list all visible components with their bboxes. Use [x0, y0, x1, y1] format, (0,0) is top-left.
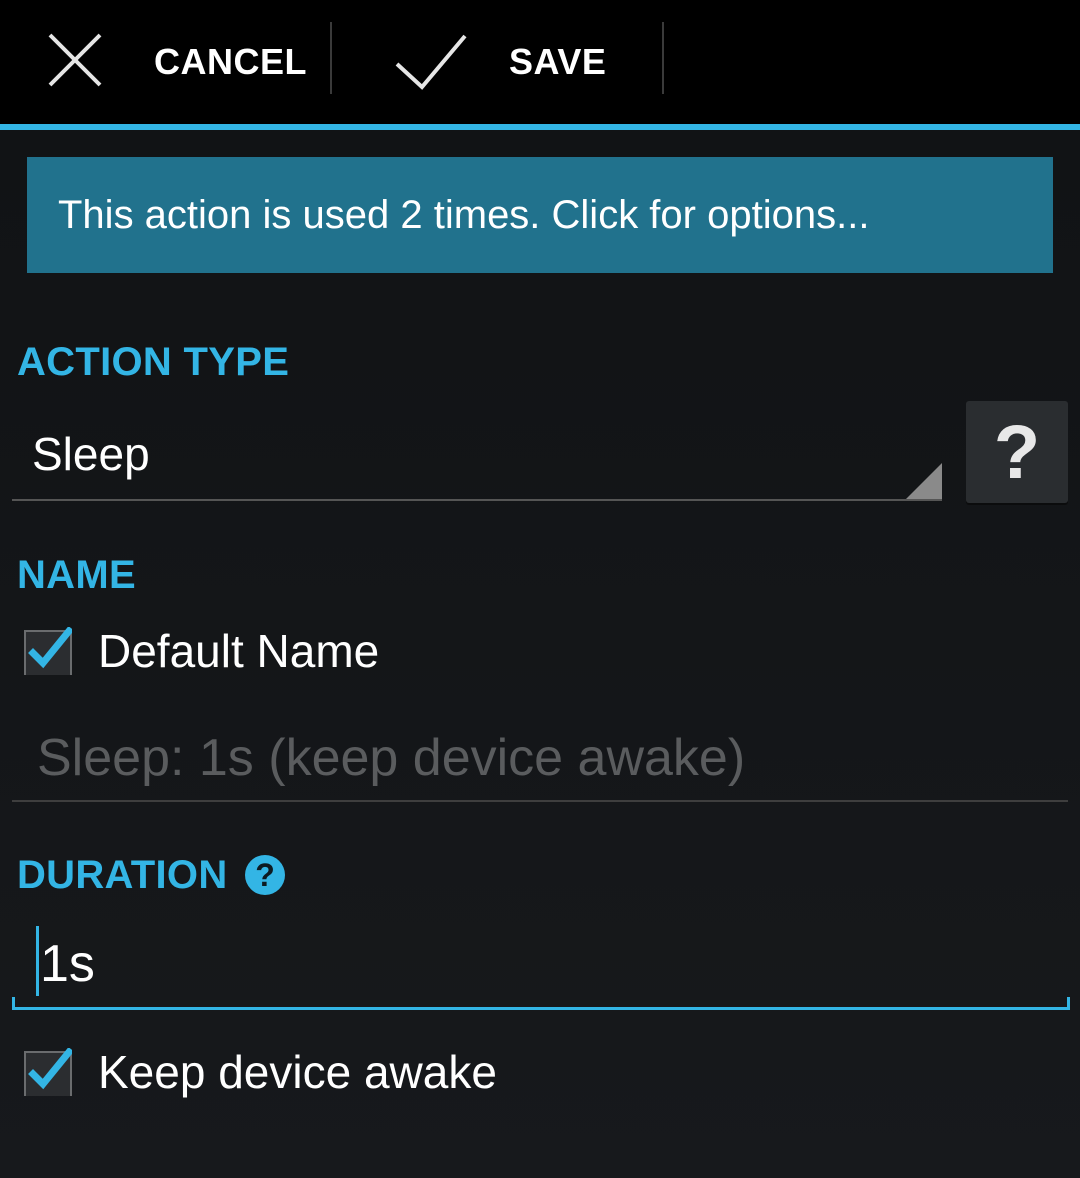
checkbox-checked-icon [24, 627, 72, 675]
name-input[interactable]: Sleep: 1s (keep device awake) [12, 716, 1068, 802]
action-bar-divider [662, 22, 664, 94]
cancel-button[interactable]: CANCEL [0, 0, 330, 124]
close-icon [48, 33, 102, 87]
keep-awake-label: Keep device awake [98, 1046, 497, 1098]
duration-help-icon[interactable]: ? [245, 855, 285, 895]
field-tick-left [12, 997, 15, 1007]
question-icon: ? [993, 409, 1041, 495]
duration-input[interactable]: 1s [12, 920, 1070, 1010]
duration-value: 1s [40, 935, 95, 993]
usage-banner-text: This action is used 2 times. Click for o… [58, 192, 870, 237]
save-label: SAVE [509, 41, 607, 82]
name-input-placeholder: Sleep: 1s (keep device awake) [37, 729, 746, 787]
save-button[interactable]: SAVE [332, 0, 662, 124]
edit-action-screen: CANCEL SAVE This action is used 2 times.… [0, 0, 1080, 1178]
default-name-label: Default Name [98, 625, 380, 677]
action-type-spinner[interactable]: Sleep [12, 405, 942, 501]
keep-awake-checkbox[interactable]: Keep device awake [24, 1042, 497, 1102]
question-icon: ? [255, 856, 275, 893]
action-type-header: ACTION TYPE [17, 340, 290, 384]
duration-header: DURATION [17, 853, 228, 897]
name-header: NAME [17, 553, 136, 597]
default-name-checkbox[interactable]: Default Name [24, 621, 379, 681]
text-cursor [36, 926, 39, 996]
checkbox-checked-icon [24, 1048, 72, 1096]
usage-banner[interactable]: This action is used 2 times. Click for o… [27, 157, 1053, 273]
checkmark-icon [395, 34, 467, 90]
cancel-label: CANCEL [154, 41, 307, 82]
action-type-help-button[interactable]: ? [966, 401, 1068, 503]
action-type-value: Sleep [32, 428, 150, 480]
action-bar: CANCEL SAVE [0, 0, 1080, 124]
dropdown-corner-icon [906, 463, 942, 499]
field-tick-right [1067, 997, 1070, 1007]
action-bar-accent-line [0, 124, 1080, 130]
